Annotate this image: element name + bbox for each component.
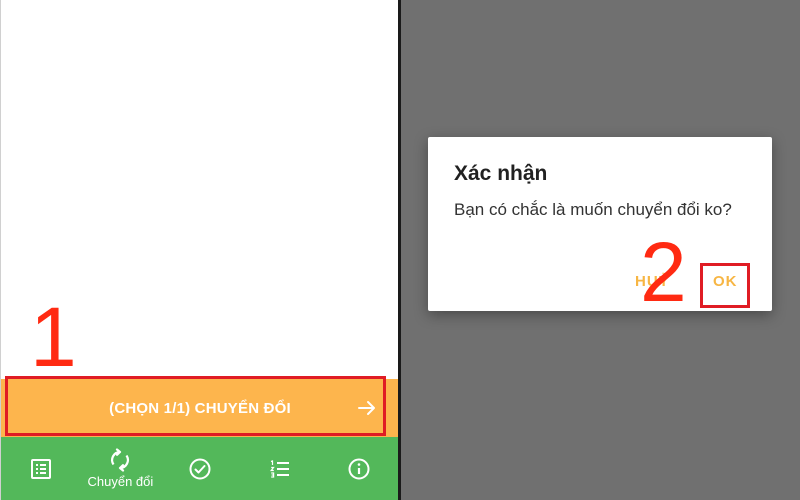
bottom-nav: Chuyển đổi — [1, 437, 399, 500]
sync-icon — [111, 448, 130, 472]
nav-item-done[interactable] — [160, 437, 240, 500]
list-icon — [30, 458, 51, 479]
nav-item-list[interactable] — [1, 437, 81, 500]
annotation-number-1: 1 — [30, 290, 77, 384]
annotation-box-convert — [5, 376, 386, 436]
numbered-list-icon — [269, 459, 289, 478]
annotation-box-ok — [700, 263, 750, 308]
annotation-number-2: 2 — [640, 225, 687, 319]
nav-item-convert-label: Chuyển đổi — [87, 474, 154, 489]
info-icon — [348, 458, 370, 479]
nav-item-convert[interactable]: Chuyển đổi — [81, 437, 161, 500]
right-screen: Xác nhận Bạn có chắc là muốn chuyển đổi … — [401, 0, 800, 500]
dialog-message: Bạn có chắc là muốn chuyển đổi ko? — [454, 200, 732, 219]
check-circle-icon — [189, 458, 211, 479]
nav-item-info[interactable] — [319, 437, 399, 500]
nav-item-numbered-list[interactable] — [240, 437, 320, 500]
dialog-title: Xác nhận — [454, 162, 548, 185]
